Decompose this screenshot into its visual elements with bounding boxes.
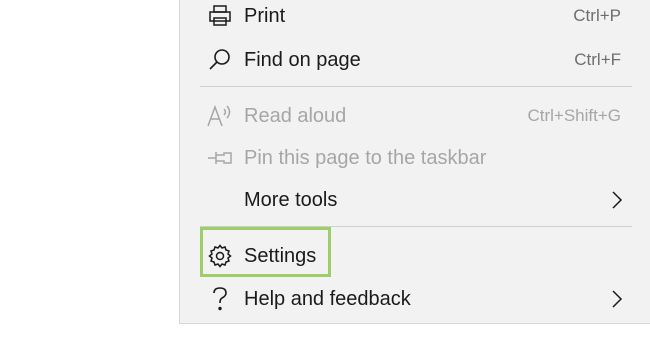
chevron-right-icon: [611, 191, 623, 214]
menu-item-print[interactable]: Print Ctrl+P: [180, 0, 650, 35]
menu-item-more-tools[interactable]: More tools: [180, 179, 650, 219]
menu-item-label: Print: [244, 5, 286, 27]
menu-item-label: Find on page: [244, 49, 361, 71]
magnifier-icon: [207, 47, 233, 73]
menu-item-label: More tools: [244, 189, 338, 211]
menu-item-find-on-page[interactable]: Find on page Ctrl+F: [180, 39, 650, 79]
shortcut-text: Ctrl+P: [573, 6, 621, 25]
question-icon: [207, 286, 233, 312]
shortcut-text: Ctrl+F: [574, 50, 621, 69]
context-menu: Print Ctrl+P Find on page Ctrl+F Read al…: [179, 0, 650, 324]
pin-icon: [207, 145, 233, 171]
menu-item-label: Pin this page to the taskbar: [244, 147, 487, 169]
menu-divider: [200, 86, 632, 87]
chevron-right-icon: [611, 290, 623, 313]
shortcut-text: Ctrl+Shift+G: [527, 106, 621, 125]
menu-item-label: Help and feedback: [244, 288, 411, 310]
menu-item-pin-to-taskbar: Pin this page to the taskbar: [180, 137, 650, 177]
menu-item-help-and-feedback[interactable]: Help and feedback: [180, 278, 650, 318]
settings-highlight-box: [200, 227, 331, 277]
menu-item-label: Read aloud: [244, 105, 347, 127]
printer-icon: [207, 3, 233, 29]
menu-item-read-aloud: Read aloud Ctrl+Shift+G: [180, 95, 650, 135]
read-aloud-icon: [207, 103, 233, 129]
